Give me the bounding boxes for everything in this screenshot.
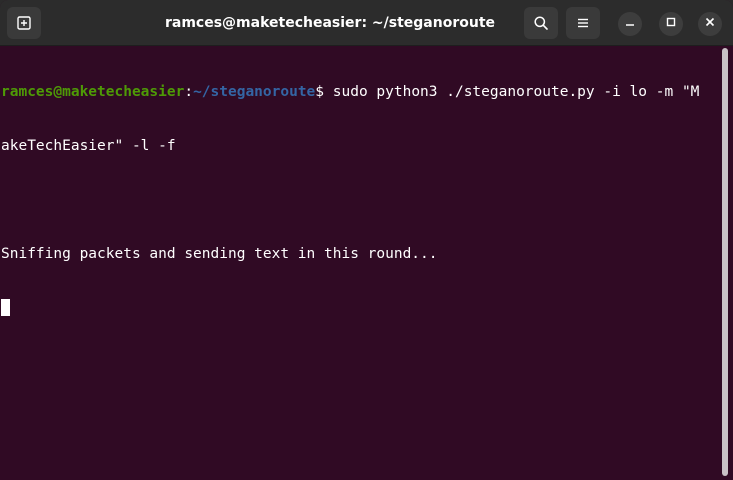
command-continuation: akeTechEasier" -l -f (1, 138, 176, 154)
search-icon (533, 15, 549, 31)
new-tab-button[interactable] (7, 7, 41, 39)
main-menu-button[interactable] (566, 7, 600, 39)
prompt-path: ~/steganoroute (193, 84, 316, 100)
new-tab-icon (16, 15, 32, 31)
scrollbar[interactable] (722, 48, 728, 476)
command-text: sudo python3 ./steganoroute.py -i lo -m … (332, 84, 700, 100)
window-title: ramces@maketecheasier: ~/steganoroute (164, 15, 496, 31)
hamburger-menu-icon (576, 16, 590, 30)
close-button[interactable] (698, 12, 722, 36)
search-button[interactable] (524, 7, 558, 39)
close-icon (704, 15, 716, 33)
maximize-button[interactable] (659, 12, 683, 36)
prompt-user: ramces@maketecheasier (1, 84, 185, 100)
prompt-colon: : (184, 84, 194, 100)
terminal-output[interactable]: ramces@maketecheasier:~/steganoroute$ su… (1, 47, 719, 480)
cursor-line (1, 299, 719, 317)
maximize-icon (665, 15, 677, 33)
title-bar: ramces@maketecheasier: ~/steganoroute (0, 0, 733, 46)
output-line: Sniffing packets and sending text in thi… (1, 246, 438, 262)
terminal-window: ramces@maketecheasier: ~/steganoroute ra… (0, 0, 733, 480)
minimize-icon (624, 15, 636, 33)
command-line: ramces@maketecheasier:~/steganoroute$ su… (1, 83, 719, 101)
text-cursor (1, 299, 10, 316)
prompt-symbol: $ (315, 84, 333, 100)
minimize-button[interactable] (618, 12, 642, 36)
